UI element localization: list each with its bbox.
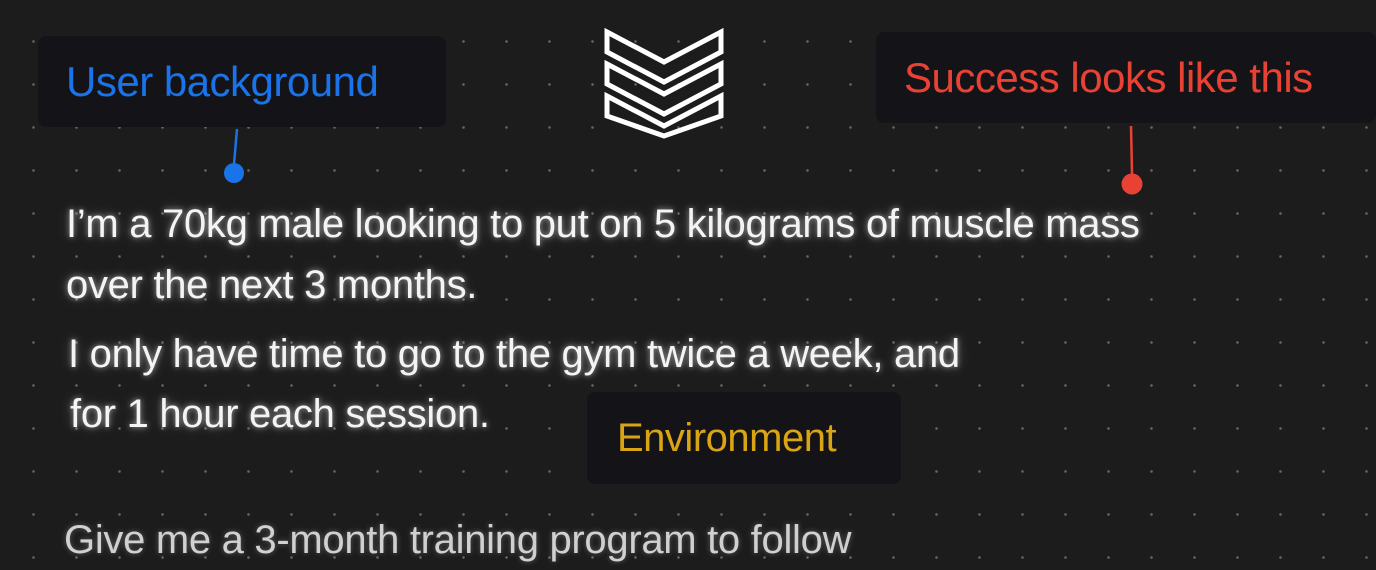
prompt-line-1: I’m a 70kg male looking to put on 5 kilo… — [66, 202, 1140, 246]
user-background-label-box: User background — [38, 36, 446, 127]
user-background-connector — [224, 128, 244, 183]
success-connector — [1121, 125, 1143, 195]
environment-label: Environment — [617, 416, 837, 460]
success-label-box: Success looks like this — [876, 32, 1376, 123]
prompt-line-3: I only have time to go to the gym twice … — [68, 332, 960, 376]
prompt-line-task: Give me a 3-month training program to fo… — [64, 518, 852, 562]
slide: User background Success looks like this … — [0, 0, 1376, 568]
user-background-label: User background — [66, 57, 379, 105]
triple-chevron-down-icon — [604, 27, 724, 139]
prompt-line-2: over the next 3 months. — [66, 263, 478, 307]
prompt-line-4: for 1 hour each session. — [70, 392, 490, 436]
environment-label-box: Environment — [587, 392, 901, 484]
success-label: Success looks like this — [904, 53, 1313, 101]
